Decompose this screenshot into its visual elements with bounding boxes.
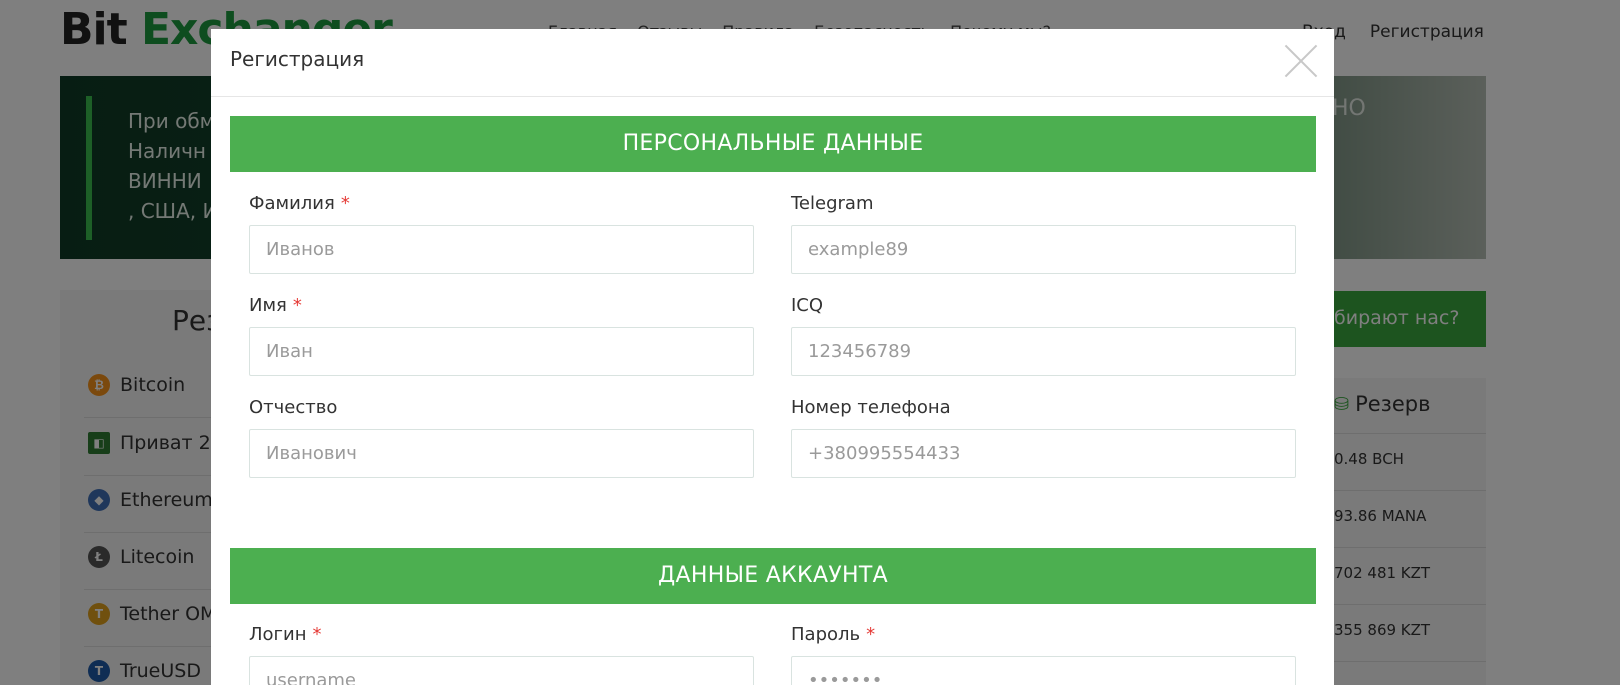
required-asterisk: * (340, 193, 350, 214)
telegram-label: Telegram (791, 193, 874, 214)
section-personal-data: ПЕРСОНАЛЬНЫЕ ДАННЫЕ (230, 116, 1316, 172)
icq-input[interactable] (791, 327, 1296, 376)
first-name-input[interactable] (249, 327, 754, 376)
patronymic-input[interactable] (249, 429, 754, 478)
required-asterisk: * (866, 624, 876, 645)
patronymic-label: Отчество (249, 397, 338, 418)
icq-label: ICQ (791, 295, 824, 316)
modal-header: Регистрация (211, 29, 1334, 97)
last-name-label: Фамилия * (249, 193, 350, 214)
phone-label: Номер телефона (791, 397, 951, 418)
first-name-label: Имя * (249, 295, 302, 316)
section-account-data: ДАННЫЕ АККАУНТА (230, 548, 1316, 604)
password-input[interactable] (791, 656, 1296, 685)
telegram-input[interactable] (791, 225, 1296, 274)
required-asterisk: * (312, 624, 322, 645)
registration-modal: Регистрация ПЕРСОНАЛЬНЫЕ ДАННЫЕ Фамилия *… (211, 29, 1334, 685)
modal-title: Регистрация (230, 47, 365, 71)
phone-input[interactable] (791, 429, 1296, 478)
close-icon[interactable] (1283, 44, 1317, 78)
last-name-input[interactable] (249, 225, 754, 274)
login-label: Логин * (249, 624, 322, 645)
login-input[interactable] (249, 656, 754, 685)
password-label: Пароль * (791, 624, 876, 645)
required-asterisk: * (292, 295, 302, 316)
